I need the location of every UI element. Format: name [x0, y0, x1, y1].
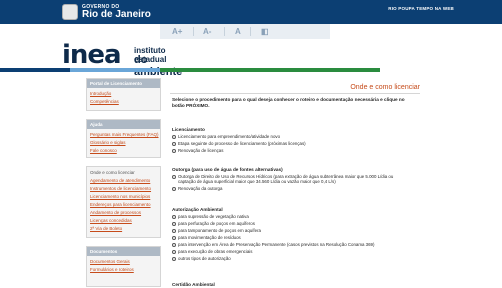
main-content: Onde e como licenciar Selecione o proced…	[170, 78, 420, 287]
sidebar-link-introducao[interactable]: Introdução	[90, 91, 157, 96]
sidebar-link-faq[interactable]: Perguntas mais Frequentes (FAQ)	[90, 132, 159, 137]
font-increase-button[interactable]: A+	[172, 27, 182, 37]
header-stripe-navy	[0, 68, 70, 72]
radio-button[interactable]	[172, 141, 176, 146]
radio-button[interactable]	[172, 235, 176, 240]
section-outorga: Outorga (para uso de água de fontes alte…	[172, 167, 412, 191]
radio-option[interactable]: Renovação de licenças	[172, 148, 412, 153]
option-label: para movimentação de resíduos	[178, 235, 241, 241]
state-seal-icon	[62, 4, 78, 20]
radio-option[interactable]: Outorga de Direito de Uso de Recursos Hí…	[172, 174, 412, 184]
section-certidao: Certidão Ambiental	[172, 282, 412, 288]
sidebar: Portal de Licenciamento Introdução Compe…	[86, 78, 161, 287]
radio-button[interactable]	[172, 221, 176, 226]
option-label: para perfuração de poços em aquíferos	[178, 221, 255, 227]
institute-line2: do ambiente	[134, 54, 183, 78]
sidebar-box-portal: Portal de Licenciamento Introdução Compe…	[86, 78, 161, 111]
sidebar-link-municipios[interactable]: Licenciamento nos municípios	[90, 194, 157, 199]
sidebar-box-documents: Documentos Documentos Gerais Formulários…	[86, 246, 161, 287]
header-stripe-blue	[70, 68, 160, 72]
option-label: Etapa seguinte do processo de licenciame…	[178, 141, 306, 147]
section-title: Autorização Ambiental	[172, 207, 223, 212]
sidebar-box-licensing: Onde e como licenciar Agendamento de ate…	[86, 166, 161, 238]
radio-button[interactable]	[172, 214, 176, 219]
sidebar-link-fale-conosco[interactable]: Fale conosco	[90, 148, 157, 153]
divider	[224, 27, 225, 36]
option-label: outros tipos de autorização	[178, 256, 231, 262]
radio-button[interactable]	[172, 174, 176, 179]
radio-button[interactable]	[172, 148, 176, 153]
radio-option[interactable]: outros tipos de autorização	[172, 256, 412, 261]
option-label: para tamponamento de poços em aquífera	[178, 228, 261, 234]
radio-option[interactable]: para intervenção em Área de Preservação …	[172, 242, 412, 247]
radio-option[interactable]: para movimentação de resíduos	[172, 235, 412, 240]
sidebar-link-agendamento[interactable]: Agendamento de atendimento	[90, 178, 157, 183]
header-stripe-green	[160, 68, 380, 72]
divider	[193, 27, 194, 36]
sidebar-link-glossario[interactable]: Glossário e siglas	[90, 140, 157, 145]
section-licenciamento: Licenciamento Licenciamento para empreen…	[172, 127, 412, 153]
radio-option[interactable]: para supressão de vegetação nativa	[172, 214, 412, 219]
radio-option[interactable]: para perfuração de poços em aquíferos	[172, 221, 412, 226]
sidebar-link-onde-como[interactable]: Onde e como licenciar	[90, 170, 157, 175]
sidebar-link-boleto[interactable]: 2ª Via de Boleto	[90, 226, 157, 231]
radio-option[interactable]: para execução de obras emergenciais	[172, 249, 412, 254]
sidebar-box-title: Documentos	[87, 247, 160, 256]
radio-button[interactable]	[172, 134, 176, 139]
intro-text: Selecione o procedimento para o qual des…	[172, 97, 405, 108]
section-title: Outorga (para uso de água de fontes alte…	[172, 167, 283, 172]
divider	[250, 27, 251, 36]
radio-button[interactable]	[172, 242, 176, 247]
section-title: Licenciamento	[172, 127, 205, 132]
radio-option[interactable]: Etapa seguinte do processo de licenciame…	[172, 141, 412, 146]
radio-button[interactable]	[172, 228, 176, 233]
option-label: Renovação de licenças	[178, 148, 224, 154]
radio-option[interactable]: para tamponamento de poços em aquífera	[172, 228, 412, 233]
sidebar-box-help: Ajuda Perguntas mais Frequentes (FAQ) Gl…	[86, 119, 161, 158]
radio-button[interactable]	[172, 256, 176, 261]
option-label: para execução de obras emergenciais	[178, 249, 253, 255]
sidebar-link-enderecos[interactable]: Endereços para licenciamento	[90, 202, 157, 207]
sidebar-link-instrumentos[interactable]: Instrumentos de licenciamento	[90, 186, 157, 191]
option-label: Licenciamento para empreendimento/ativid…	[178, 134, 281, 139]
title-divider	[170, 93, 420, 94]
section-title: Certidão Ambiental	[172, 282, 215, 287]
gov-big-text: Rio de Janeiro	[82, 8, 151, 20]
inea-logo-text: inea	[62, 40, 122, 70]
sidebar-link-competencias[interactable]: Competências	[90, 99, 157, 104]
option-label: para supressão de vegetação nativa	[178, 214, 249, 219]
sidebar-link-licencas[interactable]: Licenças concedidas	[90, 218, 157, 223]
radio-option[interactable]: Licenciamento para empreendimento/ativid…	[172, 134, 412, 139]
page-title: Onde e como licenciar	[350, 84, 420, 91]
option-label: para intervenção em Área de Preservação …	[178, 242, 375, 248]
sidebar-link-formularios[interactable]: Formulários e roteiros	[90, 267, 157, 272]
radio-option[interactable]: Renovação da outorga	[172, 186, 412, 191]
section-autorizacao: Autorização Ambiental para supressão de …	[172, 207, 412, 261]
accessibility-bar: A+ A- A ◧	[160, 24, 330, 39]
sidebar-link-documentos-gerais[interactable]: Documentos Gerais	[90, 259, 157, 264]
government-logo[interactable]: GOVERNO DO Rio de Janeiro	[62, 3, 151, 21]
sidebar-box-title: Ajuda	[87, 120, 160, 129]
option-label: Renovação da outorga	[178, 186, 223, 192]
option-label: Outorga de Direito de Uso de Recursos Hí…	[178, 174, 394, 185]
contrast-toggle-icon[interactable]: ◧	[261, 27, 269, 37]
sidebar-link-andamento[interactable]: Andamento de processos	[90, 210, 157, 215]
radio-button[interactable]	[172, 249, 176, 254]
radio-button[interactable]	[172, 186, 176, 191]
font-decrease-button[interactable]: A-	[203, 27, 211, 37]
top-bar: GOVERNO DO Rio de Janeiro RIO POUPA TEMP…	[0, 0, 502, 24]
font-normal-button[interactable]: A	[235, 27, 241, 37]
sidebar-box-title: Portal de Licenciamento	[87, 79, 160, 88]
poupa-tempo-link[interactable]: RIO POUPA TEMPO NA WEB	[388, 6, 454, 11]
